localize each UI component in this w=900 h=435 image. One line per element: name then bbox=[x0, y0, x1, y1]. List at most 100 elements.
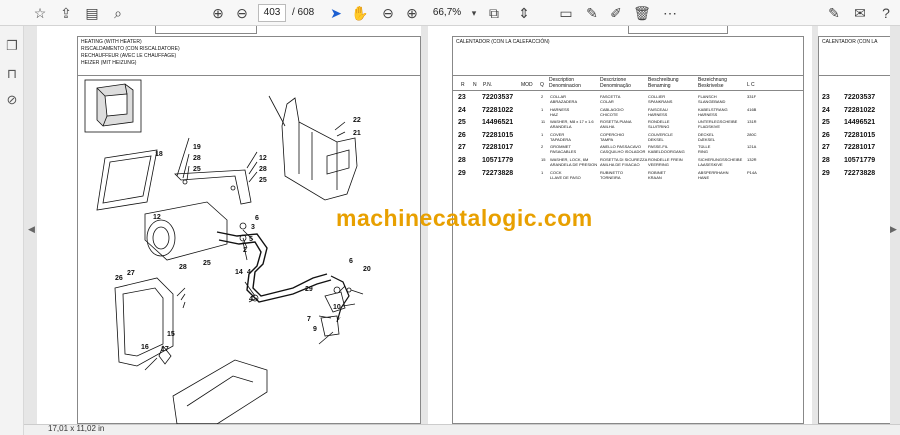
part-number: 72203537 bbox=[482, 94, 514, 101]
part-number: 72273828 bbox=[482, 169, 514, 177]
row-number: 27 bbox=[458, 144, 466, 152]
comment-icon[interactable]: ▭ bbox=[556, 3, 576, 23]
description-es: HAZ bbox=[550, 111, 558, 117]
quantity: 2 bbox=[541, 144, 544, 150]
row-number: 25 bbox=[458, 119, 466, 127]
page-number-input[interactable]: 403 bbox=[258, 4, 286, 22]
quantity: 2 bbox=[541, 94, 544, 99]
delete-icon[interactable]: 🗑 bbox=[632, 3, 652, 23]
callout-label: 19 bbox=[193, 144, 201, 151]
right-page: CALENTADOR (CON LA 23 72203537 24 72281022 2… bbox=[818, 26, 890, 424]
page-up-icon[interactable]: ⊕ bbox=[208, 3, 228, 23]
col-header-desc: Denominacion bbox=[549, 83, 581, 89]
help-icon[interactable]: ? bbox=[876, 3, 896, 23]
quantity: 1 bbox=[541, 106, 544, 112]
left-sidebar: ❐ ⊓ ⊘ bbox=[0, 26, 24, 435]
quantity: 1 bbox=[541, 131, 544, 137]
description-nl: HARNESS bbox=[648, 111, 668, 117]
pages-icon[interactable]: ❐ bbox=[4, 38, 20, 54]
zoom-level[interactable]: 66,7% bbox=[430, 4, 464, 22]
col-header-n: N bbox=[473, 82, 477, 88]
pointer-icon[interactable]: ➤ bbox=[326, 3, 346, 23]
callout-label: 28 bbox=[179, 264, 187, 271]
col-header-beschreibung: Benaming bbox=[648, 83, 671, 89]
callout-label: 12 bbox=[259, 155, 267, 162]
scroll-right-icon[interactable]: ▶ bbox=[890, 224, 897, 235]
watermark: machinecatalogic.com bbox=[336, 205, 593, 231]
location-code: 121A bbox=[747, 144, 757, 150]
callout-label: 7 bbox=[307, 316, 311, 323]
bookmark-icon[interactable]: ⊓ bbox=[4, 66, 20, 82]
description-da: RING bbox=[698, 149, 708, 155]
callout-label: 3 bbox=[251, 224, 255, 231]
zoom-dropdown-icon[interactable]: ▾ bbox=[464, 3, 484, 23]
page-down-icon[interactable]: ⊖ bbox=[232, 3, 252, 23]
location-code: 280C bbox=[747, 131, 757, 137]
scroll-left-icon[interactable]: ◀ bbox=[28, 224, 35, 235]
callout-label: 18 bbox=[155, 151, 163, 158]
callout-label: 27 bbox=[127, 270, 135, 277]
callout-label: 16 bbox=[141, 344, 149, 351]
description-pt: TAMPA bbox=[600, 136, 614, 142]
quantity: 15 bbox=[541, 157, 546, 162]
highlight-icon[interactable]: ✐ bbox=[606, 3, 626, 23]
description-da: HANE bbox=[698, 174, 710, 180]
hand-icon[interactable]: ✋ bbox=[350, 3, 370, 23]
description-nl: KRAAN bbox=[648, 174, 662, 180]
callout-label: 12 bbox=[153, 214, 161, 221]
part-number: 14496521 bbox=[482, 119, 514, 127]
callout-label: 14 bbox=[235, 269, 243, 276]
search-zoom-icon[interactable]: ⌕ bbox=[108, 3, 128, 23]
status-bar: 17,01 x 11,02 in bbox=[24, 424, 900, 435]
callout-label: 4 bbox=[247, 269, 251, 276]
attachment-icon[interactable]: ⊘ bbox=[4, 92, 20, 108]
scroll-icon[interactable]: ⇕ bbox=[514, 3, 534, 23]
row-number: 26 bbox=[822, 131, 830, 139]
middle-header-tab bbox=[628, 26, 728, 34]
print-icon[interactable]: ▤ bbox=[82, 3, 102, 23]
part-number: 72281017 bbox=[844, 144, 876, 152]
part-number: 72281022 bbox=[482, 106, 514, 114]
fit-page-icon[interactable]: ⧉ bbox=[484, 3, 504, 23]
link-edit-icon[interactable]: ✎ bbox=[824, 3, 844, 23]
description-es: LLAVE DE PASO bbox=[550, 174, 581, 180]
col-header-bez: Beskrivelse bbox=[698, 83, 724, 89]
callout-label: 6 bbox=[349, 258, 353, 265]
email-icon[interactable]: ✉ bbox=[850, 3, 870, 23]
description-es: ARANDELA DE PRESION bbox=[550, 162, 598, 167]
description-da: FLADSKIVE bbox=[698, 124, 721, 130]
location-code: 131R bbox=[747, 119, 757, 125]
col-header-pn: P.N. bbox=[483, 82, 493, 88]
middle-title-box: CALENTADOR (CON LA CALEFACCIÓN) bbox=[452, 36, 804, 76]
callout-label: 9 bbox=[313, 326, 317, 333]
row-number: 28 bbox=[822, 157, 830, 164]
description-pt: ANILHA DE FIXACAO bbox=[600, 162, 640, 167]
callout-label: 15 bbox=[167, 331, 175, 338]
description-nl: SLUITRING bbox=[648, 124, 670, 130]
description-es: ARANDELA bbox=[550, 124, 572, 130]
pen-icon[interactable]: ✎ bbox=[582, 3, 602, 23]
right-table-frame bbox=[818, 76, 890, 424]
callout-label: 10 bbox=[333, 304, 341, 311]
part-number: 14496521 bbox=[844, 119, 876, 127]
description-da: LAASESKIVE bbox=[698, 162, 723, 167]
col-header-q: Q bbox=[540, 82, 544, 88]
description-pt: ANILHA bbox=[600, 124, 615, 130]
description-nl: DEKSEL bbox=[648, 136, 664, 142]
location-code: 331F bbox=[747, 94, 757, 99]
more-icon[interactable]: ⋯ bbox=[660, 3, 680, 23]
row-number: 26 bbox=[458, 131, 466, 139]
table-frame bbox=[452, 76, 804, 424]
zoom-out-icon[interactable]: ⊖ bbox=[378, 3, 398, 23]
part-number: 10571779 bbox=[482, 157, 514, 164]
star-icon[interactable]: ☆ bbox=[30, 3, 50, 23]
row-number: 24 bbox=[458, 106, 466, 114]
row-number: 27 bbox=[822, 144, 830, 152]
zoom-in-icon[interactable]: ⊕ bbox=[402, 3, 422, 23]
upload-icon[interactable]: ⇪ bbox=[56, 3, 76, 23]
description-nl: SPANKRANS bbox=[648, 99, 673, 104]
quantity: 1 bbox=[541, 169, 544, 175]
part-number: 72281017 bbox=[482, 144, 514, 152]
page-dimensions: 17,01 x 11,02 in bbox=[48, 424, 105, 433]
callout-label: 25 bbox=[259, 177, 267, 184]
